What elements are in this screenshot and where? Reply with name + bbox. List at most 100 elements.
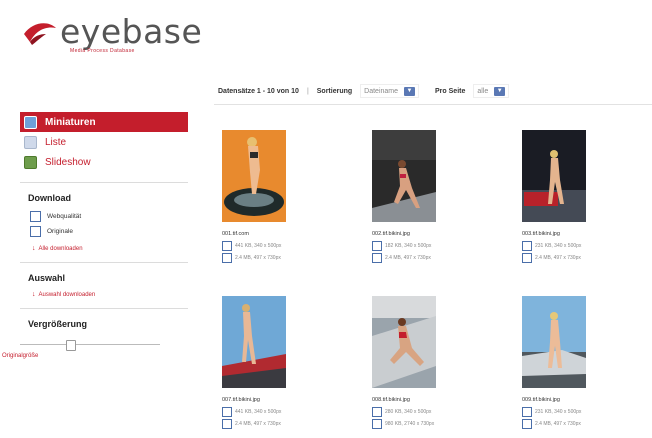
view-list[interactable]: Liste xyxy=(20,132,188,152)
web-quality-option[interactable]: Webqualität xyxy=(30,211,188,222)
image-option-checkbox[interactable] xyxy=(372,253,382,263)
header: eyebase Media Process Database xyxy=(0,0,652,82)
originals-label: Originale xyxy=(47,228,74,235)
image-option[interactable]: 441 KB, 340 x 500px xyxy=(222,241,332,251)
image-option-label: 980 KB, 2740 x 730px xyxy=(385,421,435,427)
image-caption: 007.tif.bikini.jpg xyxy=(222,397,260,403)
image-option-label: 231 KB, 340 x 500px xyxy=(535,243,582,249)
image-option[interactable]: 231 KB, 340 x 500px xyxy=(522,241,632,251)
image-option[interactable]: 980 KB, 2740 x 730px xyxy=(372,419,482,429)
image-option-label: 2.4 MB, 497 x 730px xyxy=(535,255,581,261)
image-option-checkbox[interactable] xyxy=(522,241,532,251)
image-option-label: 2.4 MB, 497 x 730px xyxy=(535,421,581,427)
image-option[interactable]: 182 KB, 340 x 500px xyxy=(372,241,482,251)
image-option-label: 182 KB, 340 x 500px xyxy=(385,243,432,249)
image-option[interactable]: 280 KB, 340 x 500px xyxy=(372,407,482,417)
slideshow-icon xyxy=(24,155,37,169)
results-toolbar: Datensätze 1 - 10 von 10 | Sortierung Da… xyxy=(214,78,652,105)
image-option-checkbox[interactable] xyxy=(372,419,382,429)
sort-select[interactable]: Dateiname ▼ xyxy=(360,84,420,98)
image-option-label: 441 KB, 340 x 500px xyxy=(235,409,282,415)
logo[interactable]: eyebase xyxy=(22,14,202,50)
image-thumbnail[interactable] xyxy=(372,296,436,388)
record-count: Datensätze 1 - 10 von 10 xyxy=(218,87,299,95)
download-all-label: Alle downloaden xyxy=(38,245,83,252)
image-caption: 001.tif.com xyxy=(222,231,249,237)
web-quality-label: Webqualität xyxy=(47,213,82,220)
image-option[interactable]: 231 KB, 340 x 500px xyxy=(522,407,632,417)
download-selection-link[interactable]: ↓ Auswahl downloaden xyxy=(32,291,188,298)
image-option-checkbox[interactable] xyxy=(372,241,382,251)
image-option-checkbox[interactable] xyxy=(222,253,232,263)
image-option-checkbox[interactable] xyxy=(372,407,382,417)
image-caption: 003.tif.bikini.jpg xyxy=(522,231,560,237)
image-option-checkbox[interactable] xyxy=(522,407,532,417)
per-page-label: Pro Seite xyxy=(435,87,466,95)
image-option-label: 441 KB, 340 x 500px xyxy=(235,243,282,249)
image-option-checkbox[interactable] xyxy=(522,419,532,429)
thumbnails-icon xyxy=(24,115,37,129)
zoom-slider-track xyxy=(20,344,160,345)
image-caption: 008.tif.bikini.jpg xyxy=(372,397,410,403)
image-thumbnail[interactable] xyxy=(222,296,286,388)
sort-label: Sortierung xyxy=(316,87,353,95)
image-option-label: 280 KB, 340 x 500px xyxy=(385,409,432,415)
originals-checkbox[interactable] xyxy=(30,226,41,237)
zoom-slider-handle[interactable] xyxy=(66,340,76,351)
image-option[interactable]: 2.4 MB, 497 x 730px xyxy=(372,253,482,263)
image-option-label: 2.4 MB, 497 x 730px xyxy=(385,255,431,261)
image-option[interactable]: 2.4 MB, 497 x 730px xyxy=(222,253,332,263)
image-thumbnail[interactable] xyxy=(372,130,436,222)
chevron-down-icon: ▼ xyxy=(494,86,506,96)
image-option-checkbox[interactable] xyxy=(222,419,232,429)
image-caption: 009.tif.bikini.jpg xyxy=(522,397,560,403)
image-option[interactable]: 2.4 MB, 497 x 730px xyxy=(222,419,332,429)
image-option[interactable]: 2.4 MB, 497 x 730px xyxy=(522,419,632,429)
download-all-link[interactable]: ↓ Alle downloaden xyxy=(32,245,188,252)
per-page-select[interactable]: alle ▼ xyxy=(473,84,510,98)
original-size-link[interactable]: Originalgröße xyxy=(2,353,188,359)
per-page-value: alle xyxy=(477,87,489,95)
originals-option[interactable]: Originale xyxy=(30,226,188,237)
view-thumbnails-label: Miniaturen xyxy=(45,116,96,128)
view-slideshow-label: Slideshow xyxy=(45,156,91,168)
selection-title: Auswahl xyxy=(28,273,66,283)
image-card[interactable]: 002.tif.bikini.jpg 182 KB, 340 x 500px 2… xyxy=(372,130,482,263)
separator: | xyxy=(306,87,309,95)
sidebar: Miniaturen Liste Slideshow Download Webq… xyxy=(2,112,188,359)
image-card[interactable]: 003.tif.bikini.jpg 231 KB, 340 x 500px 2… xyxy=(522,130,632,263)
image-option-checkbox[interactable] xyxy=(522,253,532,263)
brand-tagline: Media Process Database xyxy=(70,48,135,54)
eye-logo-icon xyxy=(24,23,56,45)
image-option-checkbox[interactable] xyxy=(222,241,232,251)
image-option-label: 231 KB, 340 x 500px xyxy=(535,409,582,415)
zoom-title: Vergrößerung xyxy=(28,319,88,329)
web-quality-checkbox[interactable] xyxy=(30,211,41,222)
view-thumbnails[interactable]: Miniaturen xyxy=(20,112,188,132)
download-title: Download xyxy=(28,193,71,203)
image-caption: 002.tif.bikini.jpg xyxy=(372,231,410,237)
zoom-slider[interactable] xyxy=(20,339,160,351)
sort-value: Dateiname xyxy=(364,87,399,95)
image-card[interactable]: 001.tif.com 441 KB, 340 x 500px 2.4 MB, … xyxy=(222,130,332,263)
image-thumbnail[interactable] xyxy=(522,296,586,388)
download-selection-label: Auswahl downloaden xyxy=(38,291,96,298)
chevron-down-icon: ▼ xyxy=(404,86,416,96)
image-card[interactable]: 009.tif.bikini.jpg 231 KB, 340 x 500px 2… xyxy=(522,296,632,429)
image-option-checkbox[interactable] xyxy=(222,407,232,417)
image-thumbnail[interactable] xyxy=(222,130,286,222)
image-card[interactable]: 007.tif.bikini.jpg 441 KB, 340 x 500px 2… xyxy=(222,296,332,429)
divider xyxy=(20,182,188,183)
image-option[interactable]: 2.4 MB, 497 x 730px xyxy=(522,253,632,263)
download-arrow-icon: ↓ xyxy=(32,291,36,298)
image-option-label: 2.4 MB, 497 x 730px xyxy=(235,255,281,261)
divider xyxy=(20,308,188,309)
divider xyxy=(20,262,188,263)
view-slideshow[interactable]: Slideshow xyxy=(20,152,188,172)
brand-name: eyebase xyxy=(60,12,203,51)
image-thumbnail[interactable] xyxy=(522,130,586,222)
image-option-label: 2.4 MB, 497 x 730px xyxy=(235,421,281,427)
download-arrow-icon: ↓ xyxy=(32,245,36,252)
image-card[interactable]: 008.tif.bikini.jpg 280 KB, 340 x 500px 9… xyxy=(372,296,482,429)
image-option[interactable]: 441 KB, 340 x 500px xyxy=(222,407,332,417)
